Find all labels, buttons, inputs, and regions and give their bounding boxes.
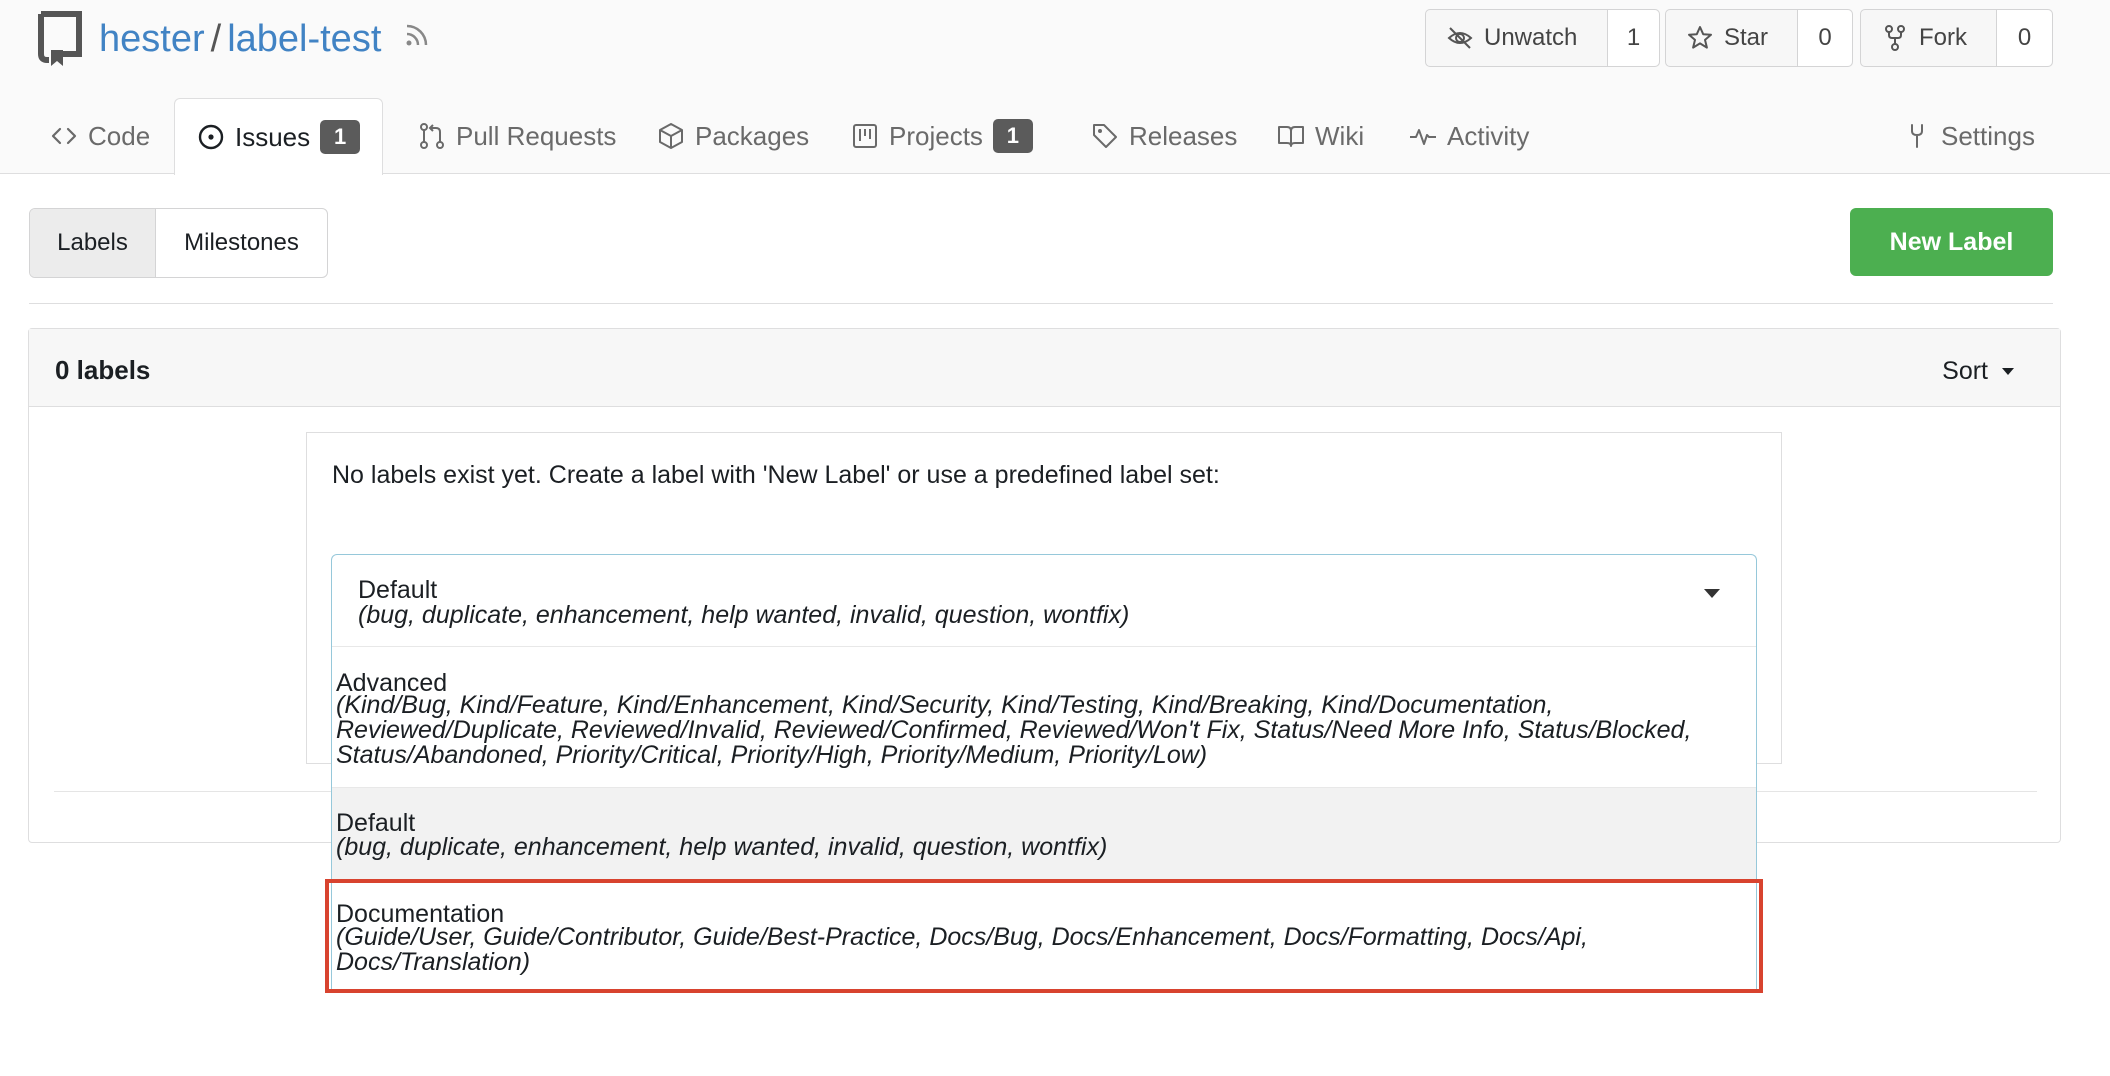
tab-issues[interactable]: Issues 1 — [174, 98, 384, 175]
unwatch-button-group[interactable]: Unwatch 1 — [1425, 9, 1660, 67]
option-description-line: Reviewed/Duplicate, Reviewed/Invalid, Re… — [336, 716, 1692, 744]
tab-settings-label: Settings — [1941, 120, 2035, 151]
milestones-tab-button[interactable]: Milestones — [156, 209, 327, 277]
git-pull-request-icon — [420, 123, 444, 149]
issue-opened-icon — [198, 124, 224, 150]
star-button-group[interactable]: Star 0 — [1665, 9, 1853, 67]
labels-panel-header: 0 labels Sort — [29, 329, 2060, 407]
tag-icon — [1093, 124, 1117, 148]
highlight-box — [325, 879, 1763, 993]
repo-tabs: Code Issues 1 Pull Requests Packages Pro… — [0, 98, 2110, 175]
labels-milestones-switch: Labels Milestones — [29, 208, 328, 278]
repo-title: hester / label-test — [99, 16, 381, 62]
star-button[interactable]: Star — [1666, 10, 1798, 66]
unwatch-label: Unwatch — [1484, 24, 1578, 51]
tab-wiki[interactable]: Wiki — [1277, 98, 1364, 174]
tab-projects[interactable]: Projects 1 — [851, 98, 1033, 174]
label-set-option-default[interactable]: Default (bug, duplicate, enhancement, he… — [332, 787, 1756, 879]
tab-releases[interactable]: Releases — [1091, 98, 1237, 174]
tab-settings[interactable]: Settings — [1903, 98, 2035, 174]
eye-slash-icon — [1447, 27, 1473, 49]
labels-count: 0 labels — [55, 355, 151, 385]
repo-header: hester / label-test Unwatch 1 Star 0 For… — [0, 0, 2110, 175]
tab-pull-requests[interactable]: Pull Requests — [418, 98, 616, 174]
sort-caret-icon — [2002, 368, 2014, 375]
repo-icon — [38, 11, 82, 66]
stars-count[interactable]: 0 — [1798, 10, 1852, 66]
projects-count-badge: 1 — [992, 119, 1033, 153]
empty-labels-message: No labels exist yet. Create a label with… — [332, 461, 1220, 489]
tab-pull-requests-label: Pull Requests — [456, 120, 617, 151]
tab-issues-label: Issues — [235, 121, 311, 152]
rss-icon[interactable] — [402, 22, 430, 50]
code-icon — [51, 127, 77, 145]
tools-icon — [1911, 124, 1923, 148]
watchers-count[interactable]: 1 — [1608, 10, 1659, 66]
fork-label: Fork — [1919, 24, 1967, 51]
dropdown-caret-icon — [1704, 589, 1720, 598]
repo-title-separator: / — [210, 18, 222, 60]
repo-owner-link[interactable]: hester — [99, 18, 205, 60]
label-set-option-advanced[interactable]: Advanced (Kind/Bug, Kind/Feature, Kind/E… — [332, 646, 1756, 787]
tab-activity-label: Activity — [1447, 120, 1530, 151]
project-icon — [853, 124, 877, 148]
option-description-line: Status/Abandoned, Priority/Critical, Pri… — [336, 741, 1208, 769]
issues-count-badge: 1 — [320, 120, 361, 154]
star-icon — [1688, 26, 1712, 49]
sort-dropdown[interactable]: Sort — [1942, 357, 2014, 386]
tab-packages-label: Packages — [695, 120, 810, 151]
repo-name-link[interactable]: label-test — [227, 18, 381, 60]
star-label: Star — [1724, 24, 1769, 51]
tab-releases-label: Releases — [1129, 120, 1238, 151]
tab-projects-label: Projects — [889, 120, 983, 151]
package-icon — [659, 123, 683, 149]
section-divider — [29, 303, 2053, 304]
option-description-line: (Kind/Bug, Kind/Feature, Kind/Enhancemen… — [336, 691, 1554, 719]
new-label-button[interactable]: New Label — [1850, 208, 2053, 276]
tab-code-label: Code — [88, 120, 151, 151]
fork-icon — [1885, 25, 1905, 51]
selected-label-set-description: (bug, duplicate, enhancement, help wante… — [358, 601, 1130, 629]
book-icon — [1278, 126, 1304, 147]
option-description-line: (bug, duplicate, enhancement, help wante… — [336, 833, 1108, 861]
tab-code[interactable]: Code — [50, 98, 150, 174]
tab-wiki-label: Wiki — [1315, 120, 1365, 151]
sort-label: Sort — [1942, 357, 1988, 385]
unwatch-button[interactable]: Unwatch — [1426, 10, 1608, 66]
tab-activity[interactable]: Activity — [1409, 98, 1529, 174]
label-set-select[interactable]: Default (bug, duplicate, enhancement, he… — [331, 554, 1757, 646]
fork-button[interactable]: Fork — [1861, 10, 1997, 66]
pulse-icon — [1410, 129, 1436, 145]
tab-packages[interactable]: Packages — [657, 98, 809, 174]
forks-count[interactable]: 0 — [1997, 10, 2052, 66]
fork-button-group[interactable]: Fork 0 — [1860, 9, 2053, 67]
labels-tab-button[interactable]: Labels — [30, 209, 156, 277]
